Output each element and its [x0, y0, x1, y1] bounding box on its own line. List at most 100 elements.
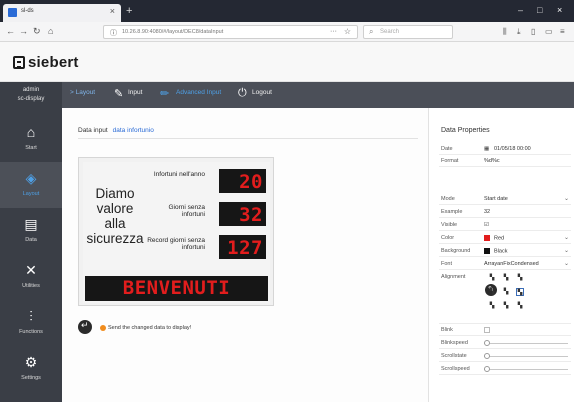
sidebar-item-utilities[interactable]: ✕ Utilities: [0, 254, 62, 300]
pencil-icon[interactable]: ✏: [160, 87, 169, 100]
scrollstate-knob[interactable]: [484, 353, 490, 359]
calendar-icon[interactable]: ▦: [484, 146, 489, 152]
tab-close-icon[interactable]: ×: [110, 6, 115, 16]
align-bottom-left-icon[interactable]: ▚: [488, 302, 496, 310]
new-tab-button[interactable]: +: [126, 5, 132, 17]
chevron-down-icon[interactable]: ⌄: [564, 195, 569, 202]
power-icon[interactable]: ⏻: [238, 87, 247, 100]
blinkspeed-knob[interactable]: [484, 340, 490, 346]
site-info-icon[interactable]: ⓘ: [110, 28, 117, 38]
blink-checkbox[interactable]: [484, 327, 490, 333]
chevron-down-icon[interactable]: ⌄: [564, 234, 569, 241]
scrollstate-slider[interactable]: [484, 356, 568, 357]
database-icon: ▤: [24, 216, 38, 232]
prop-blink[interactable]: Blink: [439, 324, 571, 336]
send-arrow-icon: ↵: [81, 320, 89, 330]
sidebar: ⌂ Start ◈ Layout ▤ Data ✕ Utilities ⫶ Fu…: [0, 108, 62, 402]
color-swatch: [484, 235, 490, 241]
download-icon[interactable]: ⤓: [517, 27, 521, 37]
prop-scrollstate[interactable]: Scrollstate: [439, 350, 571, 362]
back-icon[interactable]: ←: [6, 26, 15, 36]
led-value-injuries: 20: [239, 171, 263, 193]
align-top-right-icon[interactable]: ▚: [516, 274, 524, 282]
warning-icon: [100, 325, 106, 331]
chevron-down-icon[interactable]: ⌄: [564, 247, 569, 254]
chevron-down-icon[interactable]: ⌄: [564, 260, 569, 267]
search-input[interactable]: ⌕ Search: [363, 25, 453, 39]
prop-label: Alignment: [441, 274, 466, 280]
send-button[interactable]: ↵: [78, 320, 92, 334]
align-middle-center-icon[interactable]: ▚: [502, 288, 510, 296]
prop-background[interactable]: Background Black ⌄: [439, 246, 571, 257]
user-name: admin: [22, 87, 40, 93]
app-header: siebert: [0, 42, 574, 82]
visible-checkbox[interactable]: ☑: [484, 222, 489, 228]
sidebar-item-start[interactable]: ⌂ Start: [0, 116, 62, 162]
prop-blinkspeed[interactable]: Blinkspeed: [439, 337, 571, 349]
advanced-input-button[interactable]: Advanced Input: [176, 89, 221, 96]
display-preview: Diamo valore alla sicurezza Infortuni ne…: [78, 157, 274, 306]
sliders-icon: ⫶: [29, 308, 33, 324]
prop-label: Mode: [441, 196, 455, 202]
input-button[interactable]: Input: [128, 89, 142, 96]
page-actions-icon[interactable]: ···: [330, 28, 337, 35]
sidebar-label: Settings: [21, 375, 41, 381]
breadcrumb-parent[interactable]: Data input: [78, 127, 108, 134]
reader-icon[interactable]: ▭: [545, 27, 553, 36]
prop-color[interactable]: Color Red ⌄: [439, 233, 571, 244]
user-display: sc-display: [17, 96, 45, 102]
led-injuries[interactable]: 20: [219, 169, 266, 193]
logout-button[interactable]: Logout: [252, 89, 272, 96]
prop-format[interactable]: Format %d%c: [439, 156, 571, 167]
align-middle-left-icon[interactable]: ▚: [488, 288, 496, 296]
align-middle-right-icon[interactable]: ▚: [516, 288, 524, 296]
scrollspeed-knob[interactable]: [484, 366, 490, 372]
url-bar[interactable]: ⓘ 10.26.8.90:4080/#/layout/DEC8/dataInpu…: [103, 25, 358, 39]
minimize-button[interactable]: –: [518, 5, 523, 15]
led-value-days: 32: [239, 204, 263, 226]
align-top-left-icon[interactable]: ▚: [488, 274, 496, 282]
align-bottom-center-icon[interactable]: ▚: [502, 302, 510, 310]
font-value[interactable]: ArrayanFixCondensed: [484, 261, 539, 267]
maximize-button[interactable]: □: [537, 5, 542, 15]
sidebar-item-functions[interactable]: ⫶ Functions: [0, 300, 62, 346]
background-select[interactable]: Black: [484, 248, 507, 254]
favicon-icon: [8, 8, 17, 17]
browser-window: sl-ds × + – □ × ← → ↻ ⌂ ⓘ 10.26.8.90:408…: [0, 0, 574, 402]
browser-tab[interactable]: sl-ds ×: [3, 4, 121, 22]
prop-date[interactable]: Date ▦ 01/05/18 00:00: [439, 144, 571, 155]
blinkspeed-slider[interactable]: [484, 343, 568, 344]
menu-icon[interactable]: ≡: [560, 27, 565, 36]
welcome-banner[interactable]: BENVENUTI: [85, 276, 268, 301]
mode-value[interactable]: Start date: [484, 196, 508, 202]
sidebar-item-layout[interactable]: ◈ Layout: [0, 162, 62, 208]
breadcrumb-layout[interactable]: > Layout: [70, 89, 95, 96]
reload-icon[interactable]: ↻: [33, 26, 41, 37]
close-window-button[interactable]: ×: [557, 5, 562, 15]
sidebar-toggle-icon[interactable]: ▯: [531, 27, 535, 36]
align-bottom-right-icon[interactable]: ▚: [516, 302, 524, 310]
scrollspeed-slider[interactable]: [484, 369, 568, 370]
prop-label: Date: [441, 146, 453, 152]
edit-input-icon[interactable]: ✎: [114, 87, 123, 100]
sidebar-label: Start: [25, 145, 37, 151]
led-record[interactable]: 127: [219, 235, 266, 259]
prop-mode[interactable]: Mode Start date ⌄: [439, 194, 571, 205]
forward-icon[interactable]: →: [19, 26, 28, 36]
led-days[interactable]: 32: [219, 202, 266, 226]
bookmark-star-icon[interactable]: ☆: [344, 27, 351, 36]
tools-icon: ✕: [25, 262, 37, 278]
slogan-text: Diamo valore alla sicurezza: [86, 186, 144, 246]
date-value[interactable]: 01/05/18 00:00: [494, 146, 531, 152]
prop-font[interactable]: Font ArrayanFixCondensed ⌄: [439, 259, 571, 270]
prop-scrollspeed[interactable]: Scrollspeed: [439, 363, 571, 375]
prop-visible[interactable]: Visible ☑: [439, 220, 571, 231]
library-icon[interactable]: ⫼: [503, 27, 507, 37]
align-top-center-icon[interactable]: ▚: [502, 274, 510, 282]
tab-title: sl-ds: [21, 8, 34, 14]
sidebar-item-data[interactable]: ▤ Data: [0, 208, 62, 254]
sidebar-item-settings[interactable]: ⚙ Settings: [0, 346, 62, 392]
home-browser-icon[interactable]: ⌂: [48, 26, 53, 36]
format-value[interactable]: %d%c: [484, 158, 500, 164]
color-select[interactable]: Red: [484, 235, 504, 241]
